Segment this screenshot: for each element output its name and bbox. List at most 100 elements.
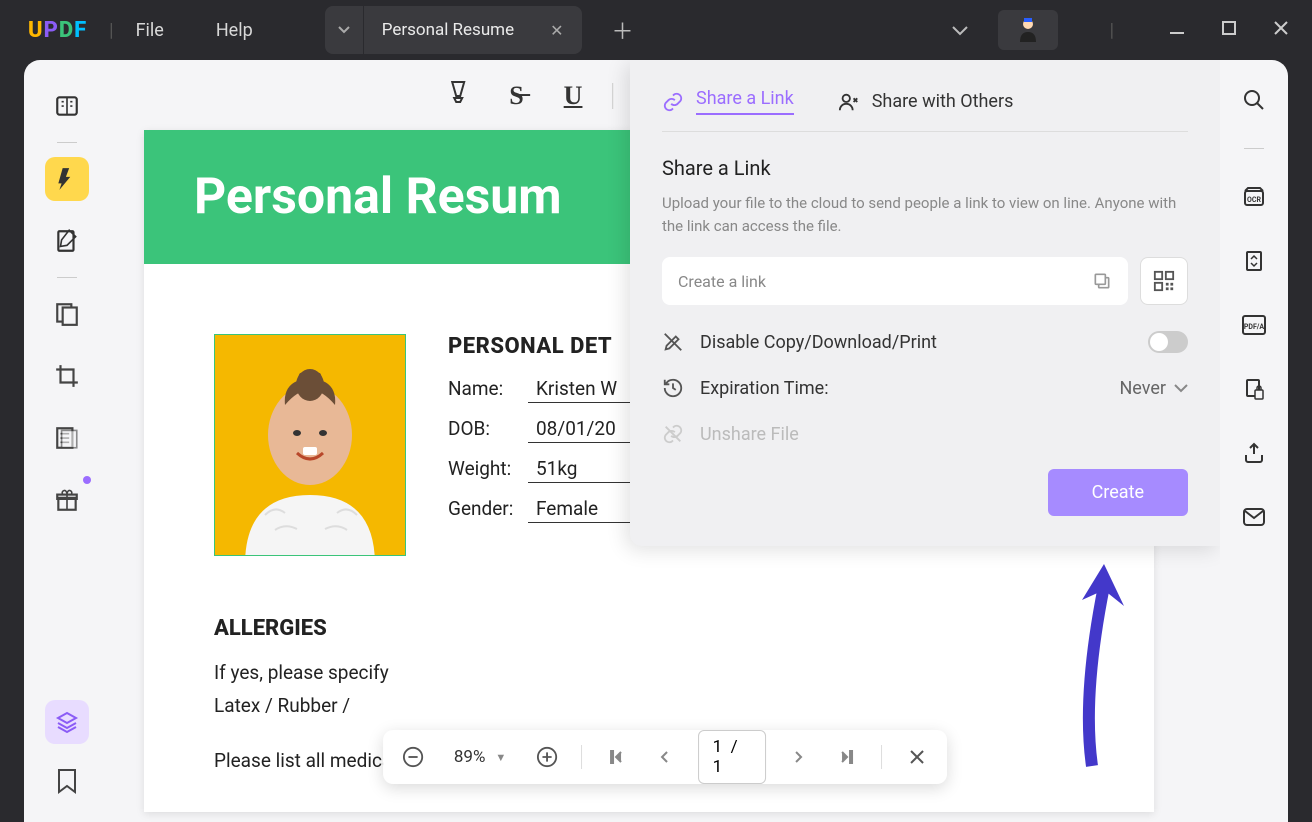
divider (881, 745, 882, 769)
expiration-value: Never (1119, 378, 1166, 399)
tab-list-dropdown[interactable] (325, 6, 363, 54)
main-area: S̶ U T Personal Resum (24, 60, 1288, 822)
no-edit-icon (662, 331, 684, 353)
first-page-button[interactable] (604, 743, 629, 771)
titlebar: UPDF | File Help Personal Resume ✕ ＋ | (0, 0, 1312, 60)
share-panel: Share a Link Share with Others Share a L… (630, 60, 1220, 546)
new-tab-button[interactable]: ＋ (612, 14, 634, 46)
prev-page-button[interactable] (651, 743, 676, 771)
notification-dot (83, 476, 91, 484)
left-sidebar (24, 60, 110, 822)
page-indicator[interactable]: 1 / 1 (698, 730, 766, 784)
unshare-row: Unshare File (662, 423, 1188, 445)
tab-share-link[interactable]: Share a Link (662, 88, 794, 115)
create-button[interactable]: Create (1048, 469, 1188, 516)
separator (57, 277, 77, 278)
name-value: Kristen W (528, 377, 638, 403)
weight-value: 51kg (528, 457, 638, 483)
dob-value: 08/01/20 (528, 417, 638, 443)
minimize-button[interactable] (1166, 22, 1188, 38)
right-sidebar: OCR PDF/A (1220, 60, 1288, 822)
expiration-label: Expiration Time: (700, 378, 829, 399)
edit-tool[interactable] (45, 219, 89, 263)
weight-label: Weight: (448, 457, 528, 480)
dob-label: DOB: (448, 417, 528, 440)
disable-copy-toggle[interactable] (1148, 331, 1188, 353)
redact-tool[interactable] (45, 416, 89, 460)
share-link-label: Share a Link (696, 88, 794, 115)
chevron-down-icon: ▼ (495, 751, 506, 764)
tab-share-others[interactable]: Share with Others (838, 88, 1014, 115)
disable-copy-row: Disable Copy/Download/Print (662, 331, 1188, 353)
unshare-label: Unshare File (700, 424, 799, 445)
close-bar-button[interactable] (904, 743, 929, 771)
pdfa-button[interactable]: PDF/A (1238, 309, 1270, 341)
expiration-row: Expiration Time: Never (662, 377, 1188, 399)
tab-title: Personal Resume (382, 20, 514, 40)
email-button[interactable] (1238, 501, 1270, 533)
window-dropdown[interactable] (952, 21, 968, 40)
separator (1244, 148, 1264, 149)
reader-tool[interactable] (45, 84, 89, 128)
layers-button[interactable] (45, 700, 89, 744)
strikethrough-icon[interactable]: S̶ (509, 81, 523, 111)
highlight-icon[interactable] (447, 80, 469, 111)
underline-icon[interactable]: U (564, 81, 583, 111)
zoom-value: 89% (454, 747, 486, 767)
maximize-button[interactable] (1218, 21, 1240, 39)
canvas-area: S̶ U T Personal Resum (110, 60, 1220, 822)
history-icon (662, 377, 684, 399)
export-button[interactable] (1238, 437, 1270, 469)
last-page-button[interactable] (834, 743, 859, 771)
link-icon (662, 91, 684, 113)
unlink-icon (662, 423, 684, 445)
bottom-bar: 89% ▼ 1 / 1 (383, 730, 947, 784)
divider: | (1110, 20, 1114, 41)
annotation-toolbar: S̶ U T (447, 80, 661, 111)
organize-tool[interactable] (45, 292, 89, 336)
titlebar-right: | (952, 10, 1292, 50)
ocr-button[interactable]: OCR (1238, 181, 1270, 213)
zoom-out-button[interactable] (401, 743, 426, 771)
separator (57, 142, 77, 143)
link-input[interactable]: Create a link (662, 257, 1128, 305)
tab-close-icon[interactable]: ✕ (550, 21, 563, 40)
account-button[interactable] (998, 10, 1058, 50)
bookmark-button[interactable] (56, 768, 78, 798)
qr-icon (1153, 270, 1175, 292)
tab-active[interactable]: Personal Resume ✕ (364, 6, 582, 54)
total-pages: 1 (713, 757, 723, 777)
gender-value: Female (528, 497, 638, 523)
search-button[interactable] (1238, 84, 1270, 116)
convert-button[interactable] (1238, 245, 1270, 277)
svg-text:PDF/A: PDF/A (1244, 323, 1265, 331)
gender-label: Gender: (448, 497, 528, 520)
next-page-button[interactable] (788, 743, 813, 771)
menu-file[interactable]: File (136, 20, 164, 41)
zoom-in-button[interactable] (534, 743, 559, 771)
people-icon (838, 91, 860, 113)
share-others-label: Share with Others (872, 91, 1014, 112)
disable-copy-label: Disable Copy/Download/Print (700, 332, 937, 353)
close-window-button[interactable] (1270, 21, 1292, 39)
menu-help[interactable]: Help (216, 20, 253, 41)
chevron-down-icon (1174, 383, 1188, 393)
share-title: Share a Link (662, 156, 1188, 180)
zoom-select[interactable]: 89% ▼ (454, 747, 506, 767)
comment-tool[interactable] (45, 157, 89, 201)
allergies-question: If yes, please specify (214, 661, 1084, 684)
chevron-down-icon (338, 26, 350, 34)
crop-tool[interactable] (45, 354, 89, 398)
allergies-list: Latex / Rubber / (214, 694, 1084, 717)
link-input-placeholder: Create a link (678, 272, 766, 291)
divider (612, 83, 613, 109)
divider: | (109, 20, 113, 41)
gift-tool[interactable] (45, 478, 89, 522)
app-logo: UPDF (28, 18, 87, 43)
allergies-title: ALLERGIES (214, 616, 1084, 641)
current-page: 1 (713, 737, 723, 757)
copy-icon[interactable] (1092, 271, 1112, 291)
qr-button[interactable] (1140, 257, 1188, 305)
expiration-select[interactable]: Never (1119, 378, 1188, 399)
protect-button[interactable] (1238, 373, 1270, 405)
